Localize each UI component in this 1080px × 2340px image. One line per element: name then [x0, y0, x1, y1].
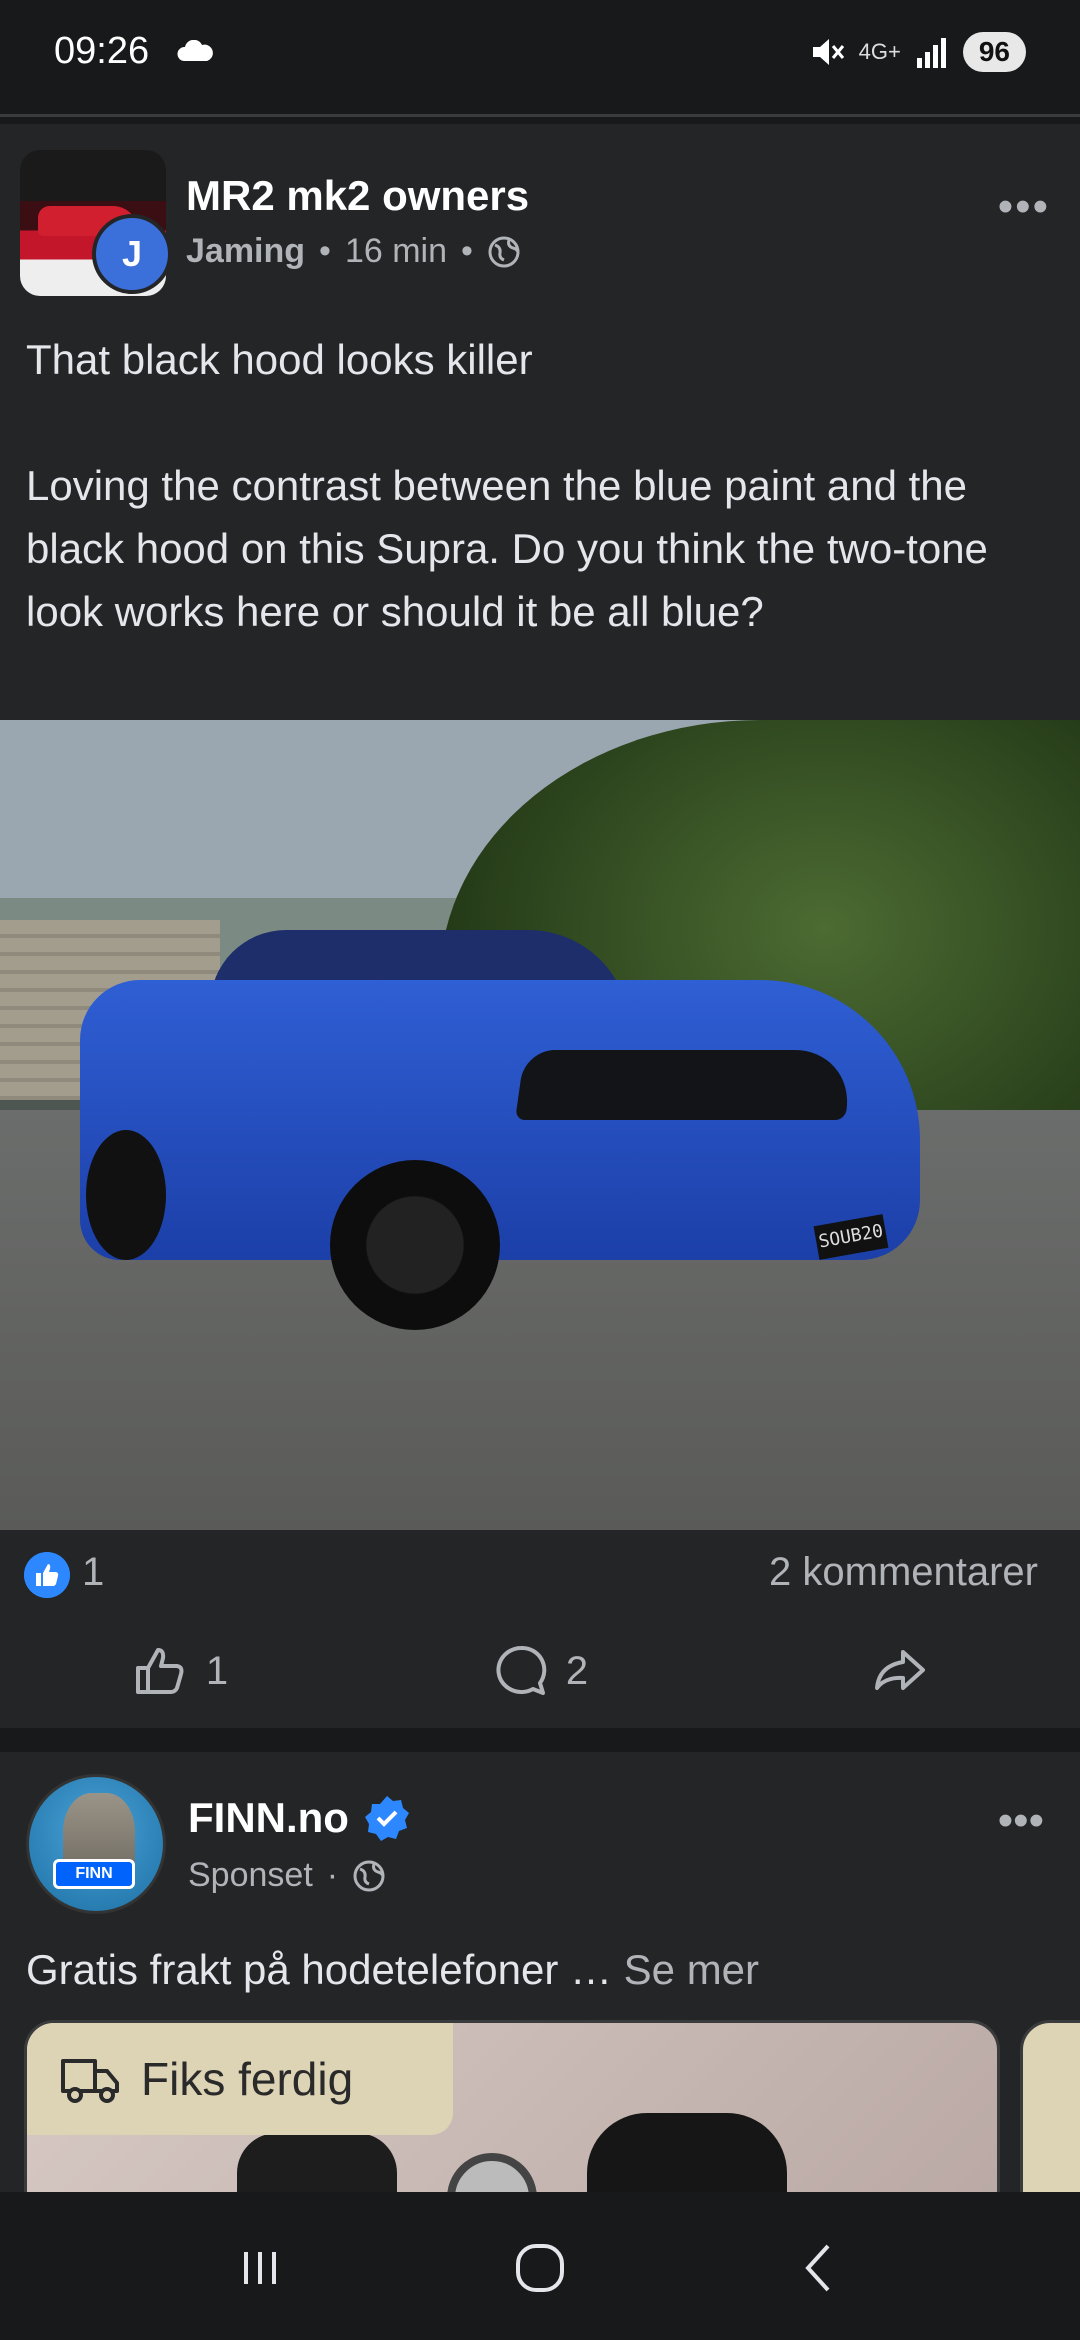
mute-icon — [812, 39, 844, 65]
post-body: Loving the contrast between the blue pai… — [26, 462, 988, 635]
comments-count[interactable]: 2 kommentarer — [769, 1550, 1038, 1595]
rear-wheel — [86, 1130, 166, 1260]
verified-icon — [364, 1796, 409, 1841]
truck-icon — [61, 2059, 119, 2103]
finn-tag: FINN — [53, 1859, 135, 1889]
meta-separator: · — [326, 1856, 339, 1894]
car-body — [80, 980, 920, 1260]
divider — [0, 114, 1080, 117]
advertiser-name-row[interactable]: FINN.no — [188, 1794, 411, 1842]
comment-button[interactable]: 2 — [360, 1614, 720, 1728]
network-type: 4G+ — [858, 39, 901, 64]
sponsored-post: FINN FINN.no Sponset · ••• Gratis frakt … — [0, 1752, 1080, 2192]
battery-level: 96 — [962, 32, 1026, 72]
ad-carousel-card-next[interactable] — [1020, 2020, 1080, 2192]
like-reaction-icon — [24, 1552, 70, 1598]
post-meta: Jaming • 16 min • — [186, 232, 521, 271]
front-wheel — [330, 1160, 500, 1330]
cloud-icon — [177, 40, 213, 61]
comment-action-count: 2 — [565, 1648, 589, 1693]
product-image — [447, 2153, 537, 2192]
more-options-button[interactable]: ••• — [998, 182, 1050, 232]
share-icon — [875, 1650, 925, 1690]
author-name[interactable]: Jaming — [186, 232, 305, 271]
ad-text[interactable]: Gratis frakt på hodetelefoner … Se mer — [26, 1946, 759, 1994]
advertiser-name[interactable]: FINN.no — [188, 1794, 349, 1842]
status-time: 09:26 — [54, 30, 150, 72]
sponsored-label: Sponset — [188, 1856, 313, 1894]
signal-icon — [916, 38, 946, 68]
like-count: 1 — [82, 1550, 105, 1594]
fiks-ferdig-badge: Fiks ferdig — [27, 2023, 453, 2135]
reaction-summary[interactable]: 1 2 kommentarer — [0, 1530, 1080, 1614]
like-action-count: 1 — [205, 1648, 229, 1693]
recents-icon[interactable] — [230, 2238, 290, 2298]
ad-meta: Sponset · — [188, 1856, 386, 1895]
post-title: That black hood looks killer — [26, 336, 533, 383]
system-nav-bar — [0, 2196, 1080, 2340]
like-button[interactable]: 1 — [0, 1614, 360, 1728]
back-icon[interactable] — [790, 2238, 850, 2298]
ad-more-options-button[interactable]: ••• — [998, 1796, 1044, 1846]
home-icon[interactable] — [510, 2238, 570, 2298]
globe-icon — [488, 236, 520, 267]
product-image — [587, 2113, 787, 2192]
advertiser-avatar[interactable]: FINN — [26, 1774, 166, 1914]
thumbs-up-icon — [135, 1648, 184, 1694]
ad-carousel-card[interactable]: Fiks ferdig — [24, 2020, 1000, 2192]
comment-icon — [496, 1645, 547, 1695]
black-hood — [515, 1050, 855, 1120]
post-time[interactable]: 16 min — [345, 232, 447, 271]
share-button[interactable] — [720, 1614, 1080, 1728]
see-more-link[interactable]: Se mer — [624, 1946, 759, 1993]
badge-label: Fiks ferdig — [141, 2053, 354, 2105]
product-image — [237, 2133, 397, 2192]
action-bar: 1 2 — [0, 1614, 1080, 1728]
post-photo[interactable]: SOUB20 — [0, 720, 1080, 1530]
status-icons: 4G+ 96 — [809, 32, 1026, 72]
status-bar: 09:26 4G+ 96 — [0, 0, 1080, 108]
post-text: That black hood looks killer Loving the … — [26, 328, 1056, 643]
meta-separator: • — [319, 232, 331, 270]
meta-separator: • — [461, 232, 473, 270]
author-avatar[interactable]: J — [92, 214, 172, 294]
group-name[interactable]: MR2 mk2 owners — [186, 172, 529, 220]
ad-text-body: Gratis frakt på hodetelefoner … — [26, 1946, 612, 1993]
feed-post: J MR2 mk2 owners Jaming • 16 min • ••• T… — [0, 124, 1080, 1728]
globe-icon — [353, 1860, 385, 1891]
